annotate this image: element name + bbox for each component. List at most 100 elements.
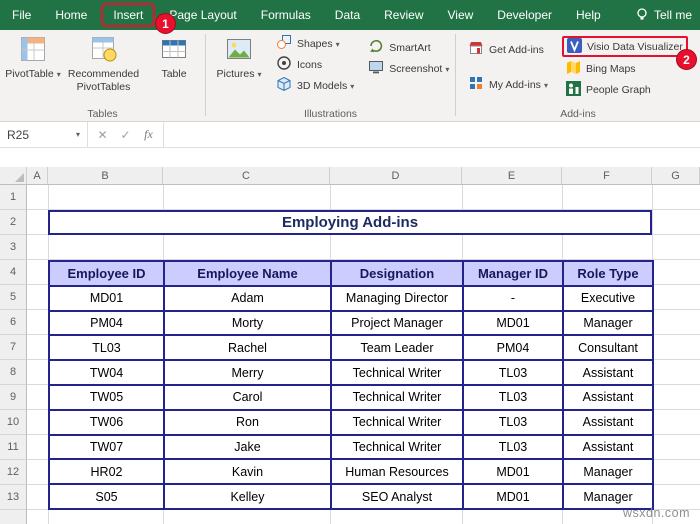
- cell[interactable]: MD01: [462, 309, 564, 337]
- table-button[interactable]: Table: [148, 33, 200, 105]
- cancel-icon[interactable]: ✕: [91, 128, 114, 142]
- smartart-button[interactable]: SmartArt: [364, 37, 453, 58]
- column-header-e[interactable]: E: [462, 167, 562, 184]
- cell[interactable]: TL03: [462, 359, 564, 386]
- tab-insert[interactable]: Insert: [101, 3, 156, 27]
- row-header-2[interactable]: 2: [0, 210, 26, 235]
- tab-data[interactable]: Data: [323, 0, 372, 30]
- column-header-b[interactable]: B: [48, 167, 163, 184]
- cell[interactable]: Team Leader: [330, 334, 464, 362]
- cell[interactable]: Assistant: [562, 383, 654, 411]
- cell[interactable]: Assistant: [562, 408, 654, 436]
- cell[interactable]: Carol: [163, 383, 332, 411]
- get-addins-button[interactable]: Get Add-ins: [464, 39, 552, 60]
- cell[interactable]: Technical Writer: [330, 408, 464, 436]
- cell[interactable]: SEO Analyst: [330, 483, 464, 510]
- insert-function-icon[interactable]: fx: [137, 127, 160, 142]
- cell[interactable]: Managing Director: [330, 284, 464, 312]
- tell-me-box[interactable]: Tell me: [627, 7, 700, 24]
- cell[interactable]: -: [462, 284, 564, 312]
- cell[interactable]: Human Resources: [330, 458, 464, 486]
- cell[interactable]: Kelley: [163, 483, 332, 510]
- header-cell[interactable]: Designation: [330, 260, 464, 287]
- cell[interactable]: TL03: [462, 383, 564, 411]
- pivottable-button[interactable]: PivotTable: [5, 33, 59, 105]
- cell[interactable]: PM04: [462, 334, 564, 362]
- select-all-corner[interactable]: [0, 167, 27, 184]
- recommended-pivottables-button[interactable]: Recommended PivotTables: [61, 33, 146, 105]
- column-header-a[interactable]: A: [27, 167, 48, 184]
- cell[interactable]: PM04: [48, 309, 165, 337]
- row-header-8[interactable]: 8: [0, 360, 26, 385]
- cell[interactable]: HR02: [48, 458, 165, 486]
- formula-input[interactable]: [164, 122, 700, 147]
- row-header-11[interactable]: 11: [0, 435, 26, 460]
- cell[interactable]: MD01: [48, 284, 165, 312]
- cell[interactable]: Consultant: [562, 334, 654, 362]
- tab-view[interactable]: View: [436, 0, 486, 30]
- cell[interactable]: MD01: [462, 458, 564, 486]
- cell[interactable]: TW04: [48, 359, 165, 386]
- sheet-title-cell[interactable]: Employing Add-ins: [48, 210, 652, 235]
- cell[interactable]: Executive: [562, 284, 654, 312]
- column-header-c[interactable]: C: [163, 167, 330, 184]
- row-header-5[interactable]: 5: [0, 285, 26, 310]
- cell[interactable]: Jake: [163, 433, 332, 461]
- shapes-button[interactable]: Shapes: [272, 33, 358, 54]
- cell[interactable]: Kavin: [163, 458, 332, 486]
- cell[interactable]: TL03: [462, 433, 564, 461]
- name-box[interactable]: R25: [0, 122, 88, 147]
- visio-data-visualizer-button[interactable]: Visio Data Visualizer: [561, 36, 688, 57]
- row-header-13[interactable]: 13: [0, 485, 26, 510]
- cell[interactable]: Manager: [562, 309, 654, 337]
- header-cell[interactable]: Employee ID: [48, 260, 165, 287]
- cell[interactable]: Morty: [163, 309, 332, 337]
- tab-file[interactable]: File: [0, 0, 43, 30]
- cell[interactable]: TL03: [462, 408, 564, 436]
- header-cell[interactable]: Employee Name: [163, 260, 332, 287]
- people-graph-button[interactable]: People Graph: [562, 79, 688, 100]
- cell[interactable]: Assistant: [562, 433, 654, 461]
- cell[interactable]: Rachel: [163, 334, 332, 362]
- cell[interactable]: TW07: [48, 433, 165, 461]
- row-header-3[interactable]: 3: [0, 235, 26, 260]
- tab-developer[interactable]: Developer: [485, 0, 564, 30]
- worksheet-cells[interactable]: Employing Add-ins Employee ID Employee N…: [27, 185, 700, 524]
- row-header-7[interactable]: 7: [0, 335, 26, 360]
- bing-maps-button[interactable]: Bing Maps: [562, 58, 688, 79]
- screenshot-button[interactable]: Screenshot: [364, 58, 453, 79]
- cell[interactable]: Ron: [163, 408, 332, 436]
- cell[interactable]: TL03: [48, 334, 165, 362]
- column-header-g[interactable]: G: [652, 167, 700, 184]
- header-cell[interactable]: Manager ID: [462, 260, 564, 287]
- cell[interactable]: Adam: [163, 284, 332, 312]
- cell[interactable]: Technical Writer: [330, 433, 464, 461]
- row-header-12[interactable]: 12: [0, 460, 26, 485]
- cell[interactable]: Project Manager: [330, 309, 464, 337]
- tab-formulas[interactable]: Formulas: [249, 0, 323, 30]
- cell[interactable]: MD01: [462, 483, 564, 510]
- cell[interactable]: Merry: [163, 359, 332, 386]
- row-header-4[interactable]: 4: [0, 260, 26, 285]
- my-addins-button[interactable]: My Add-ins: [464, 74, 552, 95]
- column-header-f[interactable]: F: [562, 167, 652, 184]
- tab-home[interactable]: Home: [43, 0, 99, 30]
- row-header-6[interactable]: 6: [0, 310, 26, 335]
- column-header-d[interactable]: D: [330, 167, 462, 184]
- cell[interactable]: TW05: [48, 383, 165, 411]
- row-header-1[interactable]: 1: [0, 185, 26, 210]
- pictures-button[interactable]: Pictures: [213, 33, 265, 105]
- row-header-9[interactable]: 9: [0, 385, 26, 410]
- cell[interactable]: Assistant: [562, 359, 654, 386]
- tab-review[interactable]: Review: [372, 0, 435, 30]
- cell[interactable]: S05: [48, 483, 165, 510]
- row-header-10[interactable]: 10: [0, 410, 26, 435]
- cell[interactable]: Manager: [562, 458, 654, 486]
- cell[interactable]: Technical Writer: [330, 383, 464, 411]
- cell[interactable]: TW06: [48, 408, 165, 436]
- icons-button[interactable]: Icons: [272, 54, 358, 75]
- enter-icon[interactable]: ✓: [114, 128, 137, 142]
- header-cell[interactable]: Role Type: [562, 260, 654, 287]
- tab-help[interactable]: Help: [564, 0, 613, 30]
- cell[interactable]: Technical Writer: [330, 359, 464, 386]
